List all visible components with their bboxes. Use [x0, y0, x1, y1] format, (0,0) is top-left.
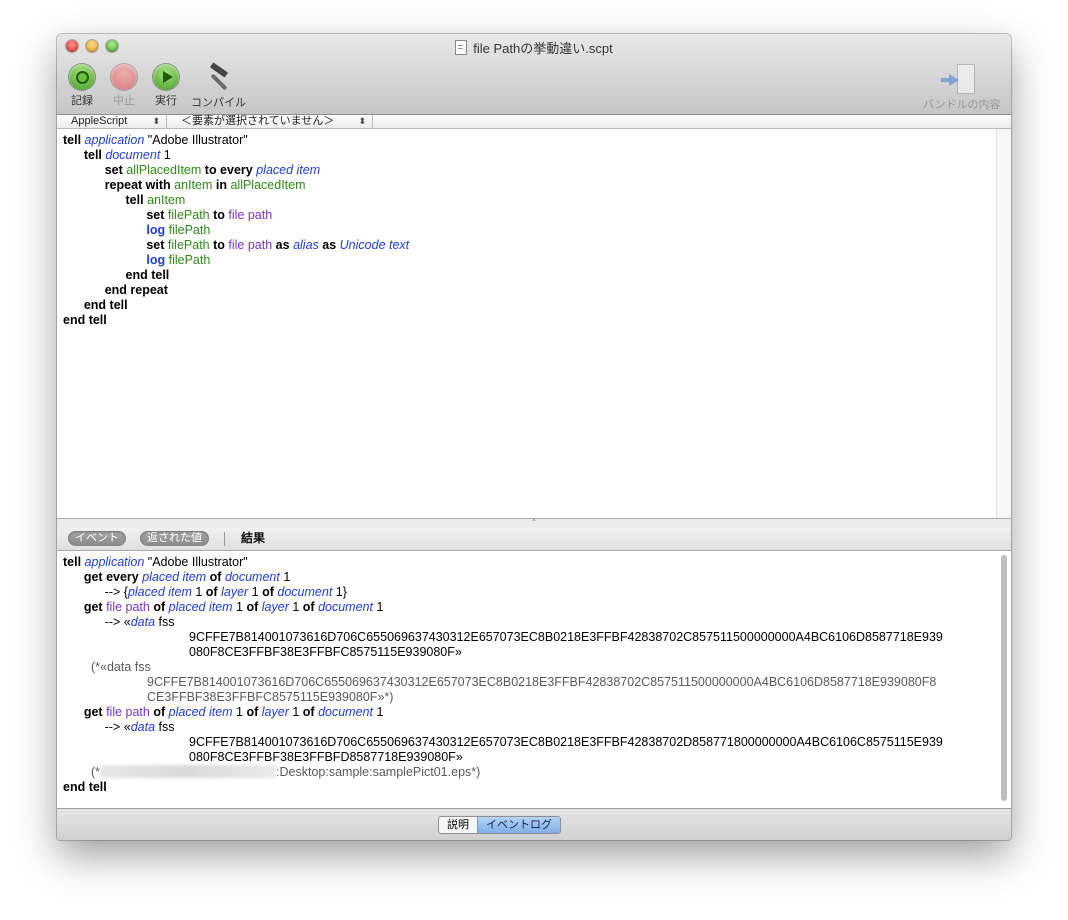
popup-arrows-icon: ⬍ [358, 116, 366, 126]
hammer-icon [204, 62, 234, 92]
element-popup-value: ＜要素が選択されていません＞ [181, 115, 335, 127]
script-line: tell anItem [125, 193, 186, 207]
log-line: 080F8CE3FFBF38E3FFBFD8587718E939080F» [189, 750, 463, 764]
tab-divider [224, 532, 225, 546]
tab-events[interactable]: イベント [68, 531, 126, 546]
bundle-contents-icon [940, 64, 975, 94]
script-line: tell application "Adobe Illustrator" [63, 133, 248, 147]
document-icon [455, 40, 468, 55]
script-line: set filePath to file path as alias as Un… [146, 238, 410, 252]
navigation-bar: AppleScript ⬍ ＜要素が選択されていません＞ ⬍ [57, 115, 1011, 129]
script-line: log filePath [146, 253, 211, 267]
log-scrollbar[interactable] [1001, 555, 1007, 801]
log-line: 080F8CE3FFBF38E3FFBFC8575115E939080F» [189, 645, 462, 659]
stop-icon [111, 64, 137, 90]
event-log[interactable]: tell application "Adobe Illustrator" get… [57, 551, 1011, 808]
log-line: get file path of placed item 1 of layer … [83, 705, 384, 719]
record-button[interactable]: 記録 [69, 64, 95, 108]
run-icon [153, 64, 179, 90]
comment-path: :Desktop:sample:samplePict01.eps*) [276, 765, 481, 779]
log-line: end tell [63, 780, 107, 794]
script-line: end repeat [104, 283, 168, 297]
language-popup[interactable]: AppleScript ⬍ [57, 115, 167, 128]
description-tab[interactable]: 説明 [439, 817, 477, 833]
script-editor-window: file Pathの挙動違い.scpt 記録 中止 実行 コンパイル バンドルの… [57, 34, 1011, 840]
script-code: tell application "Adobe Illustrator" tel… [63, 133, 409, 328]
bundle-contents-label: バンドルの内容 [923, 99, 1001, 111]
language-popup-value: AppleScript [71, 115, 128, 127]
script-line: tell document 1 [83, 148, 171, 162]
script-line: end tell [63, 313, 107, 327]
script-line: end tell [125, 268, 170, 282]
script-editor[interactable]: tell application "Adobe Illustrator" tel… [57, 129, 1011, 518]
script-line: log filePath [146, 223, 211, 237]
log-line: (*«data fss [91, 660, 151, 674]
tab-replies[interactable]: 返された値 [140, 531, 209, 546]
log-line: 9CFFE7B814001073616D706C655069637430312E… [147, 675, 937, 689]
log-line: --> «data fss [63, 720, 175, 734]
record-label: 記録 [71, 95, 93, 107]
comment-open: (* [91, 765, 101, 779]
splitter-grip-icon: ⌃ [530, 518, 538, 527]
window-title-text: file Pathの挙動違い.scpt [473, 41, 613, 56]
log-tabs: イベント 返された値 結果 [57, 528, 1011, 551]
event-log-tab[interactable]: イベントログ [477, 817, 560, 833]
compile-button[interactable]: コンパイル [191, 62, 246, 110]
redacted-path [100, 765, 277, 778]
log-line: --> {placed item 1 of layer 1 of documen… [63, 585, 347, 599]
log-line: get every placed item of document 1 [83, 570, 291, 584]
record-icon [69, 64, 95, 90]
log-line: --> «data fss [63, 615, 175, 629]
view-segmented-control[interactable]: 説明 イベントログ [438, 816, 561, 834]
log-line: tell application "Adobe Illustrator" [63, 555, 248, 569]
log-line: get file path of placed item 1 of layer … [83, 600, 384, 614]
script-line: set filePath to file path [146, 208, 273, 222]
stop-button[interactable]: 中止 [111, 64, 137, 108]
script-line: set allPlacedItem to every placed item [104, 163, 321, 177]
element-popup[interactable]: ＜要素が選択されていません＞ ⬍ [167, 115, 373, 128]
run-label: 実行 [155, 95, 177, 107]
title-bar: file Pathの挙動違い.scpt 記録 中止 実行 コンパイル バンドルの… [57, 34, 1011, 115]
script-line: repeat with anItem in allPlacedItem [104, 178, 306, 192]
run-button[interactable]: 実行 [153, 64, 179, 108]
bundle-contents-button[interactable]: バンドルの内容 [923, 64, 1001, 112]
popup-arrows-icon: ⬍ [152, 116, 160, 126]
window-title: file Pathの挙動違い.scpt [57, 38, 1011, 57]
log-line: (* :Desktop:sample:samplePict01.eps*) [63, 765, 480, 779]
log-line: 9CFFE7B814001073616D706C655069637430312E… [189, 630, 943, 644]
log-line: 9CFFE7B814001073616D706C655069637430312E… [189, 735, 943, 749]
script-line: end tell [83, 298, 128, 312]
event-log-text: tell application "Adobe Illustrator" get… [63, 555, 943, 795]
stop-label: 中止 [113, 95, 135, 107]
log-line: CE3FFBF38E3FFBFC8575115E939080F»*) [147, 690, 394, 704]
bottom-bar: 説明 イベントログ [57, 808, 1011, 840]
tab-result[interactable]: 結果 [241, 531, 265, 546]
compile-label: コンパイル [191, 97, 246, 109]
editor-scrollbar[interactable] [996, 129, 1011, 518]
